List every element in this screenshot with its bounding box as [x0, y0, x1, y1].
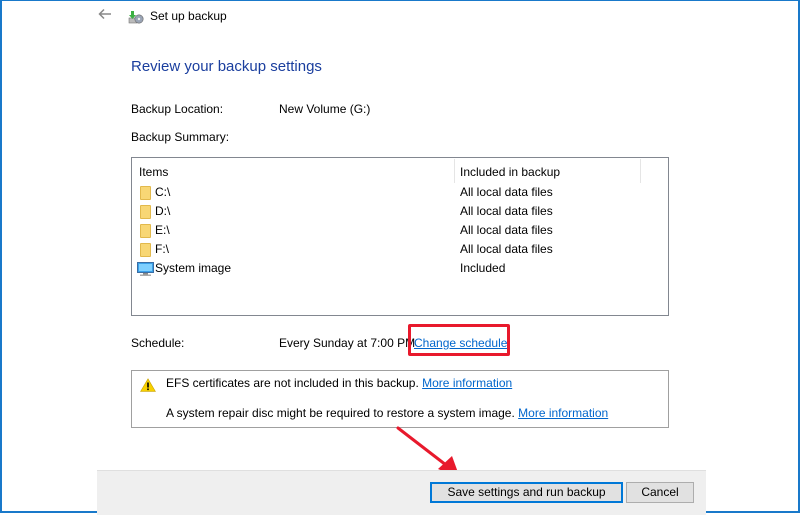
backup-summary-list[interactable]: Items Included in backup C:\ All local d… — [131, 157, 669, 316]
column-separator[interactable] — [640, 159, 641, 183]
folder-icon — [140, 205, 151, 219]
warning-icon — [140, 378, 156, 392]
column-header-included[interactable]: Included in backup — [460, 158, 560, 186]
folder-icon — [140, 186, 151, 200]
backup-location-value: New Volume (G:) — [279, 102, 371, 116]
arrow-left-icon — [98, 8, 111, 20]
more-information-link[interactable]: More information — [422, 376, 512, 390]
info-box: EFS certificates are not included in thi… — [131, 370, 669, 428]
item-included: All local data files — [460, 242, 553, 256]
column-header-items[interactable]: Items — [139, 158, 168, 186]
save-settings-and-run-backup-button[interactable]: Save settings and run backup — [430, 482, 623, 503]
footer-bar: Save settings and run backup Cancel — [97, 470, 706, 515]
item-name: E:\ — [155, 223, 170, 237]
repair-disc-text: A system repair disc might be required t… — [166, 406, 515, 420]
item-name: System image — [155, 261, 232, 275]
backup-location-label: Backup Location: — [131, 102, 224, 116]
backup-icon — [128, 9, 144, 25]
schedule-label: Schedule: — [131, 336, 185, 350]
table-row[interactable]: E:\ All local data files — [132, 221, 668, 240]
back-button[interactable] — [98, 7, 116, 25]
folder-icon — [140, 243, 151, 257]
item-name: C:\ — [155, 185, 171, 199]
table-row[interactable]: C:\ All local data files — [132, 183, 668, 202]
item-included: All local data files — [460, 185, 553, 199]
folder-icon — [140, 224, 151, 238]
highlight-annotation — [408, 324, 510, 356]
window-title: Set up backup — [150, 9, 227, 23]
item-included: Included — [460, 261, 506, 275]
column-separator[interactable] — [454, 159, 455, 183]
cancel-button[interactable]: Cancel — [626, 482, 694, 503]
item-included: All local data files — [460, 204, 553, 218]
item-name: D:\ — [155, 204, 171, 218]
schedule-value: Every Sunday at 7:00 PM — [279, 336, 416, 350]
repair-disc-note: A system repair disc might be required t… — [166, 406, 608, 420]
item-included: All local data files — [460, 223, 553, 237]
monitor-icon — [137, 262, 154, 276]
table-row[interactable]: D:\ All local data files — [132, 202, 668, 221]
page-heading: Review your backup settings — [131, 58, 322, 75]
table-row[interactable]: System image Included — [132, 259, 668, 278]
efs-warning: EFS certificates are not included in thi… — [166, 376, 512, 390]
item-name: F:\ — [155, 242, 169, 256]
efs-warning-text: EFS certificates are not included in thi… — [166, 376, 419, 390]
backup-summary-label: Backup Summary: — [131, 130, 230, 144]
setup-backup-window: Set up backup Review your backup setting… — [0, 0, 800, 515]
table-row[interactable]: F:\ All local data files — [132, 240, 668, 259]
more-information-link[interactable]: More information — [518, 406, 608, 420]
